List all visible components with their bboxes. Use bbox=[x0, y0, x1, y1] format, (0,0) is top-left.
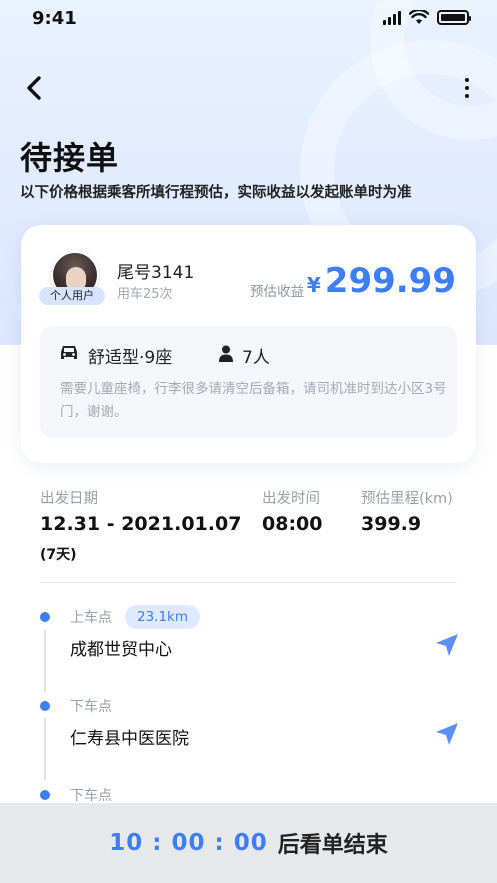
route-dot bbox=[40, 790, 50, 800]
pickup-label: 上车点 bbox=[70, 610, 112, 626]
car-icon bbox=[61, 346, 77, 359]
more-vertical-icon bbox=[465, 78, 469, 82]
route-dot bbox=[40, 612, 50, 622]
avatar-block: 个人用户 bbox=[39, 251, 105, 305]
trip-duration: (7天) bbox=[40, 547, 77, 563]
dropoff-location: 仁寿县中医医院 bbox=[70, 729, 189, 749]
dropoff-label: 下车点 bbox=[70, 788, 112, 804]
departure-time-label: 出发时间 bbox=[262, 491, 320, 507]
status-time: 9:41 bbox=[32, 8, 77, 29]
more-button[interactable] bbox=[457, 72, 477, 104]
pickup-location: 成都世贸中心 bbox=[70, 640, 172, 660]
departure-time-value: 08:00 bbox=[262, 513, 323, 535]
departure-date-value: 12.31 - 2021.01.07 bbox=[40, 513, 242, 535]
order-card: 个人用户 尾号3141 用车25次 预估收益 ¥ 299.99 舒适型·9座 7… bbox=[21, 225, 476, 463]
countdown-bar: 10 : 00 : 00 后看单结束 bbox=[0, 803, 497, 883]
currency-symbol: ¥ bbox=[306, 273, 321, 297]
income-amount: 299.99 bbox=[324, 261, 456, 301]
estimate-label: 预估收益 bbox=[250, 284, 304, 300]
ride-info-box: 舒适型·9座 7人 需要儿童座椅，行李很多请清空后备箱，请司机准时到达小区3号门… bbox=[40, 326, 457, 438]
person-icon bbox=[219, 345, 233, 362]
departure-date-label: 出发日期 bbox=[40, 491, 98, 507]
navigation-arrow-icon[interactable] bbox=[434, 632, 460, 658]
page-title: 待接单 bbox=[20, 139, 120, 177]
nav-bar bbox=[0, 66, 497, 110]
passenger-count: 7人 bbox=[242, 348, 270, 368]
pickup-distance-badge: 23.1km bbox=[125, 605, 201, 629]
divider bbox=[40, 582, 457, 583]
route-line bbox=[44, 718, 46, 780]
passenger-note: 需要儿童座椅，行李很多请清空后备箱，请司机准时到达小区3号门，谢谢。 bbox=[60, 381, 447, 420]
estimated-distance-label: 预估里程(km) bbox=[361, 491, 453, 507]
estimated-income: ¥ 299.99 bbox=[307, 261, 456, 301]
page-subtitle: 以下价格根据乘客所填行程预估，实际收益以发起账单时为准 bbox=[20, 185, 412, 201]
user-type-badge: 个人用户 bbox=[39, 287, 105, 305]
navigation-arrow-icon[interactable] bbox=[434, 721, 460, 747]
back-arrow-icon bbox=[27, 76, 41, 100]
car-type: 舒适型·9座 bbox=[88, 348, 173, 368]
passenger-tail-number: 尾号3141 bbox=[117, 263, 195, 283]
status-icons bbox=[383, 10, 471, 25]
route-line bbox=[44, 630, 46, 692]
signal-icon bbox=[383, 10, 401, 25]
wifi-icon bbox=[409, 10, 429, 24]
countdown-suffix: 后看单结束 bbox=[277, 833, 388, 858]
back-button[interactable] bbox=[18, 72, 50, 104]
estimated-distance-value: 399.9 bbox=[361, 513, 422, 535]
dropoff-label: 下车点 bbox=[70, 699, 112, 715]
passenger-ride-count: 用车25次 bbox=[117, 287, 173, 302]
route-dot bbox=[40, 701, 50, 711]
battery-icon bbox=[437, 10, 471, 25]
status-bar: 9:41 bbox=[0, 0, 497, 40]
countdown-timer: 10 : 00 : 00 bbox=[109, 830, 268, 856]
